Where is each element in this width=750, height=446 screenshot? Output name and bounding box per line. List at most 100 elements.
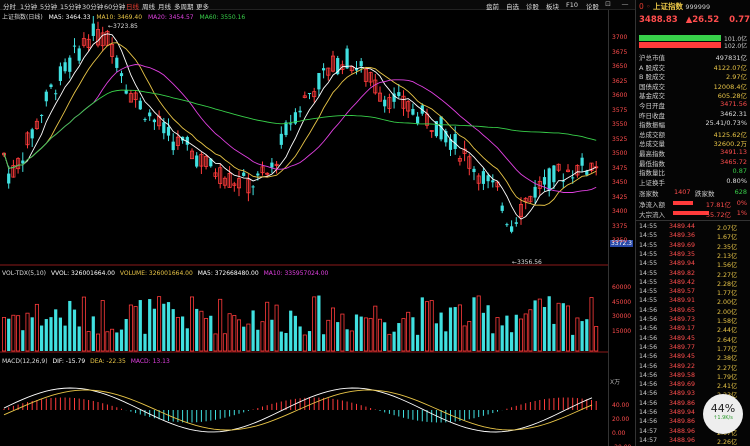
volume-bar [594, 326, 599, 352]
volume-bar [571, 334, 575, 351]
stat-label: 国债成交 [639, 82, 665, 91]
volume-bar [575, 317, 580, 352]
net-inflow-pct: 0% [736, 199, 747, 207]
candle-body [256, 173, 260, 176]
tick-volume: 1.79亿 [717, 373, 738, 381]
kline-chart-area[interactable]: 上证指数(日线) MA5: 3464.33 MA10: 3469.40 MA20… [0, 10, 608, 446]
volume-bar [420, 297, 424, 351]
stat-label: A 股成交 [639, 63, 666, 72]
stat-row: 总成交量 32600.2万 [639, 138, 749, 148]
volume-bar [162, 303, 166, 351]
volume-bar [227, 313, 232, 352]
volume-bar [110, 328, 115, 352]
tick-row: 14:55 3489.42 2.28亿 [639, 279, 749, 288]
kline-svg[interactable] [0, 10, 608, 446]
tick-row: 14:56 3489.17 2.44亿 [639, 325, 749, 334]
volume-tick: 15000 [612, 327, 632, 335]
volume-bar [326, 319, 331, 352]
tick-time: 14:56 [639, 353, 658, 361]
candle-body [486, 175, 490, 182]
volume-bar [119, 329, 124, 351]
tick-price: 3489.91 [669, 297, 696, 305]
volume-bar [44, 319, 48, 351]
candle-body [162, 122, 166, 134]
tick-row: 14:55 3489.94 1.56亿 [639, 260, 749, 269]
tick-volume: 2.38亿 [717, 355, 738, 363]
stat-row: 基金成交 605.28亿 [639, 90, 749, 100]
tick-price: 3489.82 [669, 269, 696, 277]
stat-row: 沪总市值 497831亿 [639, 52, 749, 62]
volume-bar [199, 310, 204, 352]
volume-bar [54, 309, 58, 351]
minimize-icon[interactable]: — [617, 0, 633, 10]
tick-price: 3489.17 [669, 325, 696, 333]
price-tick: 3700 [612, 34, 628, 41]
volume-bar [349, 330, 354, 352]
volume-bar [171, 309, 175, 351]
volume-bar [72, 309, 77, 351]
tick-volume: 1.77亿 [717, 345, 738, 353]
stat-label: 指数量比 [639, 169, 665, 178]
candle-body [242, 172, 246, 176]
price-tick: 3425 [612, 193, 628, 201]
candle-body [307, 93, 312, 95]
stat-label: 指数振幅 [639, 121, 665, 130]
down-label: 跌家数 [695, 190, 715, 198]
tick-time: 14:55 [639, 241, 658, 249]
volume-bar [537, 298, 542, 352]
volume-bar [317, 295, 321, 351]
net-inflow-value: 17.81亿 [705, 201, 731, 209]
volume-bar [486, 305, 490, 351]
stat-value: 2.97亿 [726, 73, 747, 82]
macd-tick: 0.00 [612, 430, 626, 437]
volume-bar [392, 331, 396, 351]
main-chart-header: 上证指数(日线) MA5: 3464.33 MA10: 3469.40 MA20… [2, 12, 245, 21]
volume-bar [284, 332, 288, 351]
speed-badge[interactable]: 44% ↑1.9K/s [703, 394, 743, 434]
tick-row: 14:55 3489.57 1.77亿 [639, 288, 749, 297]
volume-bar [472, 297, 476, 351]
toolbar-right-4[interactable]: F10 [566, 1, 578, 9]
tick-price: 3489.45 [669, 353, 696, 361]
price-tick: 3400 [612, 208, 628, 215]
volume-bar [377, 318, 382, 352]
tick-price: 3489.77 [669, 343, 696, 351]
candle-body [171, 141, 175, 151]
volume-bar [429, 300, 434, 352]
candle-body [481, 171, 485, 184]
stat-value: 3462.31 [720, 109, 747, 118]
volume-bar [542, 307, 547, 351]
stat-value: 3471.56 [720, 100, 747, 108]
tick-row: 14:55 3489.35 2.13亿 [639, 251, 749, 260]
candle-body [472, 168, 476, 173]
badge-percent: 44% [710, 402, 736, 415]
ma60-label: MA60: 3550.16 [199, 14, 246, 21]
volume-bar [40, 325, 44, 351]
tick-volume: 2.64亿 [717, 336, 738, 344]
tick-volume: 2.27亿 [717, 271, 738, 279]
volume-bar [298, 326, 302, 351]
volume-bar [16, 315, 21, 352]
tick-price: 3489.36 [669, 232, 696, 240]
tick-price: 3489.57 [669, 288, 696, 296]
candle-body [44, 91, 48, 102]
candle-body [7, 173, 11, 184]
candle-body [571, 177, 575, 179]
tick-price: 3489.94 [669, 409, 696, 416]
restore-icon[interactable]: ⊡ [600, 0, 616, 10]
volume-bar [293, 315, 297, 351]
candle-body [152, 119, 156, 123]
tick-time: 14:55 [639, 250, 658, 258]
volume-bar [448, 307, 453, 351]
main-title: 上证指数(日线) [2, 14, 43, 21]
volume-bar [312, 296, 317, 352]
candle-body [514, 222, 518, 224]
price-tick: 3500 [612, 150, 628, 157]
vvol-label: VVOL: 326001664.00 [50, 270, 115, 277]
candle-body [63, 62, 67, 72]
tick-price: 3488.96 [669, 427, 696, 435]
index-name: 上证指数 [652, 2, 683, 11]
tick-price: 3489.86 [669, 399, 696, 407]
big-inflow-row: 大宗流入 55.72亿 1% [639, 209, 749, 219]
candle-body [49, 84, 53, 88]
